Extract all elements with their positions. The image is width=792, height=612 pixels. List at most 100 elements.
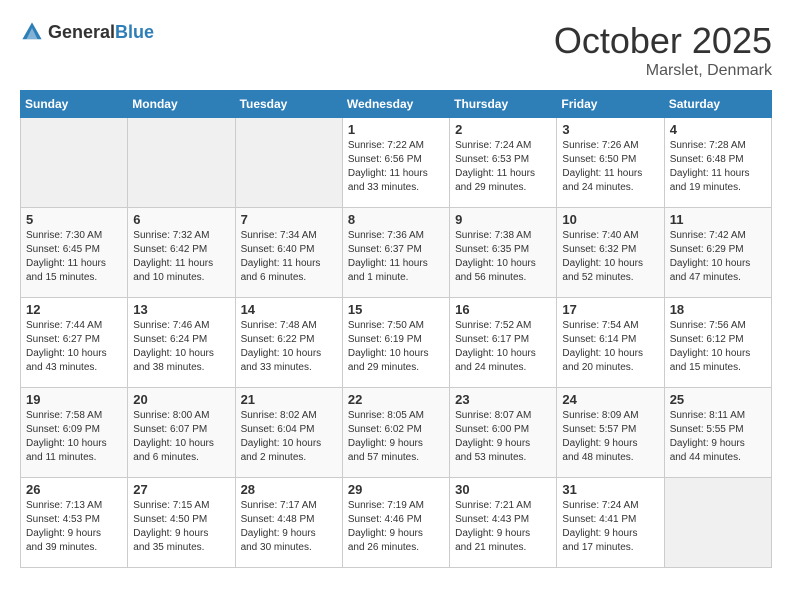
cell-content: Sunrise: 7:24 AMSunset: 6:53 PMDaylight:… [455, 139, 551, 195]
logo: GeneralBlue [20, 20, 154, 44]
week-row-3: 12 Sunrise: 7:44 AMSunset: 6:27 PMDayligh… [21, 298, 772, 388]
calendar-cell: 16 Sunrise: 7:52 AMSunset: 6:17 PMDayligh… [450, 298, 557, 388]
calendar-cell: 19Sunrise: 7:58 AMSunset: 6:09 PMDayligh… [21, 388, 128, 478]
cell-content: Sunrise: 7:36 AMSunset: 6:37 PMDaylight:… [348, 229, 444, 285]
cell-content: Sunrise: 7:24 AMSunset: 4:41 PMDaylight:… [562, 499, 658, 555]
page-header: GeneralBlue October 2025 Marslet, Denmar… [20, 20, 772, 80]
day-number: 4 [670, 122, 766, 137]
day-number: 22 [348, 392, 444, 407]
calendar-cell [664, 478, 771, 568]
cell-content: Sunrise: 8:09 AMSunset: 5:57 PMDaylight:… [562, 409, 658, 465]
cell-content: Sunrise: 7:42 AMSunset: 6:29 PMDaylight:… [670, 229, 766, 285]
cell-content: Sunrise: 7:46 AMSunset: 6:24 PMDaylight:… [133, 319, 229, 375]
day-header-thursday: Thursday [450, 91, 557, 118]
day-header-saturday: Saturday [664, 91, 771, 118]
calendar-cell: 15 Sunrise: 7:50 AMSunset: 6:19 PMDayligh… [342, 298, 449, 388]
calendar-cell: 7Sunrise: 7:34 AMSunset: 6:40 PMDaylight… [235, 208, 342, 298]
day-number: 31 [562, 482, 658, 497]
calendar-cell: 4 Sunrise: 7:28 AMSunset: 6:48 PMDaylight… [664, 118, 771, 208]
day-number: 13 [133, 302, 229, 317]
cell-content: Sunrise: 7:54 AMSunset: 6:14 PMDaylight:… [562, 319, 658, 375]
calendar-cell: 21 Sunrise: 8:02 AMSunset: 6:04 PMDayligh… [235, 388, 342, 478]
cell-content: Sunrise: 7:44 AMSunset: 6:27 PMDaylight:… [26, 319, 122, 375]
day-number: 29 [348, 482, 444, 497]
cell-content: Sunrise: 7:28 AMSunset: 6:48 PMDaylight:… [670, 139, 766, 195]
cell-content: Sunrise: 7:15 AMSunset: 4:50 PMDaylight:… [133, 499, 229, 555]
day-header-wednesday: Wednesday [342, 91, 449, 118]
day-number: 6 [133, 212, 229, 227]
day-number: 15 [348, 302, 444, 317]
day-number: 26 [26, 482, 122, 497]
calendar-cell: 10Sunrise: 7:40 AMSunset: 6:32 PMDayligh… [557, 208, 664, 298]
location-title: Marslet, Denmark [554, 62, 772, 80]
calendar-cell [21, 118, 128, 208]
calendar-cell: 25Sunrise: 8:11 AMSunset: 5:55 PMDayligh… [664, 388, 771, 478]
cell-content: Sunrise: 7:22 AMSunset: 6:56 PMDaylight:… [348, 139, 444, 195]
cell-content: Sunrise: 7:17 AMSunset: 4:48 PMDaylight:… [241, 499, 337, 555]
calendar-cell: 24 Sunrise: 8:09 AMSunset: 5:57 PMDayligh… [557, 388, 664, 478]
day-number: 8 [348, 212, 444, 227]
day-number: 28 [241, 482, 337, 497]
cell-content: Sunrise: 7:52 AMSunset: 6:17 PMDaylight:… [455, 319, 551, 375]
calendar-cell: 22Sunrise: 8:05 AMSunset: 6:02 PMDayligh… [342, 388, 449, 478]
day-number: 21 [241, 392, 337, 407]
cell-content: Sunrise: 7:48 AMSunset: 6:22 PMDaylight:… [241, 319, 337, 375]
calendar-cell: 17 Sunrise: 7:54 AMSunset: 6:14 PMDayligh… [557, 298, 664, 388]
cell-content: Sunrise: 8:02 AMSunset: 6:04 PMDaylight:… [241, 409, 337, 465]
day-number: 1 [348, 122, 444, 137]
calendar-body: 1 Sunrise: 7:22 AMSunset: 6:56 PMDaylight… [21, 118, 772, 568]
title-block: October 2025 Marslet, Denmark [554, 20, 772, 80]
calendar-cell: 23Sunrise: 8:07 AMSunset: 6:00 PMDayligh… [450, 388, 557, 478]
day-number: 2 [455, 122, 551, 137]
day-number: 3 [562, 122, 658, 137]
calendar-cell: 2 Sunrise: 7:24 AMSunset: 6:53 PMDaylight… [450, 118, 557, 208]
week-row-4: 19Sunrise: 7:58 AMSunset: 6:09 PMDayligh… [21, 388, 772, 478]
cell-content: Sunrise: 7:19 AMSunset: 4:46 PMDaylight:… [348, 499, 444, 555]
cell-content: Sunrise: 7:50 AMSunset: 6:19 PMDaylight:… [348, 319, 444, 375]
day-number: 11 [670, 212, 766, 227]
week-row-5: 26 Sunrise: 7:13 AMSunset: 4:53 PMDayligh… [21, 478, 772, 568]
day-number: 16 [455, 302, 551, 317]
day-number: 5 [26, 212, 122, 227]
cell-content: Sunrise: 7:21 AMSunset: 4:43 PMDaylight:… [455, 499, 551, 555]
day-number: 20 [133, 392, 229, 407]
cell-content: Sunrise: 7:26 AMSunset: 6:50 PMDaylight:… [562, 139, 658, 195]
day-number: 12 [26, 302, 122, 317]
cell-content: Sunrise: 7:13 AMSunset: 4:53 PMDaylight:… [26, 499, 122, 555]
calendar-table: SundayMondayTuesdayWednesdayThursdayFrid… [20, 90, 772, 568]
calendar-cell: 29 Sunrise: 7:19 AMSunset: 4:46 PMDayligh… [342, 478, 449, 568]
day-number: 30 [455, 482, 551, 497]
day-number: 27 [133, 482, 229, 497]
cell-content: Sunrise: 7:58 AMSunset: 6:09 PMDaylight:… [26, 409, 122, 465]
day-number: 14 [241, 302, 337, 317]
cell-content: Sunrise: 8:07 AMSunset: 6:00 PMDaylight:… [455, 409, 551, 465]
logo-general: General [48, 22, 115, 42]
cell-content: Sunrise: 7:32 AMSunset: 6:42 PMDaylight:… [133, 229, 229, 285]
day-number: 25 [670, 392, 766, 407]
calendar-cell: 20 Sunrise: 8:00 AMSunset: 6:07 PMDayligh… [128, 388, 235, 478]
cell-content: Sunrise: 7:40 AMSunset: 6:32 PMDaylight:… [562, 229, 658, 285]
calendar-cell: 1 Sunrise: 7:22 AMSunset: 6:56 PMDaylight… [342, 118, 449, 208]
day-header-tuesday: Tuesday [235, 91, 342, 118]
calendar-cell: 12 Sunrise: 7:44 AMSunset: 6:27 PMDayligh… [21, 298, 128, 388]
calendar-cell: 13 Sunrise: 7:46 AMSunset: 6:24 PMDayligh… [128, 298, 235, 388]
cell-content: Sunrise: 7:30 AMSunset: 6:45 PMDaylight:… [26, 229, 122, 285]
cell-content: Sunrise: 8:00 AMSunset: 6:07 PMDaylight:… [133, 409, 229, 465]
day-number: 18 [670, 302, 766, 317]
calendar-cell: 31 Sunrise: 7:24 AMSunset: 4:41 PMDayligh… [557, 478, 664, 568]
calendar-cell: 11 Sunrise: 7:42 AMSunset: 6:29 PMDayligh… [664, 208, 771, 298]
calendar-cell [235, 118, 342, 208]
calendar-cell [128, 118, 235, 208]
logo-icon [20, 20, 44, 44]
calendar-cell: 8 Sunrise: 7:36 AMSunset: 6:37 PMDaylight… [342, 208, 449, 298]
calendar-cell: 3 Sunrise: 7:26 AMSunset: 6:50 PMDaylight… [557, 118, 664, 208]
day-number: 9 [455, 212, 551, 227]
day-header-sunday: Sunday [21, 91, 128, 118]
day-number: 17 [562, 302, 658, 317]
calendar-cell: 27 Sunrise: 7:15 AMSunset: 4:50 PMDayligh… [128, 478, 235, 568]
day-header-monday: Monday [128, 91, 235, 118]
calendar-cell: 18Sunrise: 7:56 AMSunset: 6:12 PMDayligh… [664, 298, 771, 388]
day-number: 7 [241, 212, 337, 227]
week-row-1: 1 Sunrise: 7:22 AMSunset: 6:56 PMDaylight… [21, 118, 772, 208]
day-number: 24 [562, 392, 658, 407]
